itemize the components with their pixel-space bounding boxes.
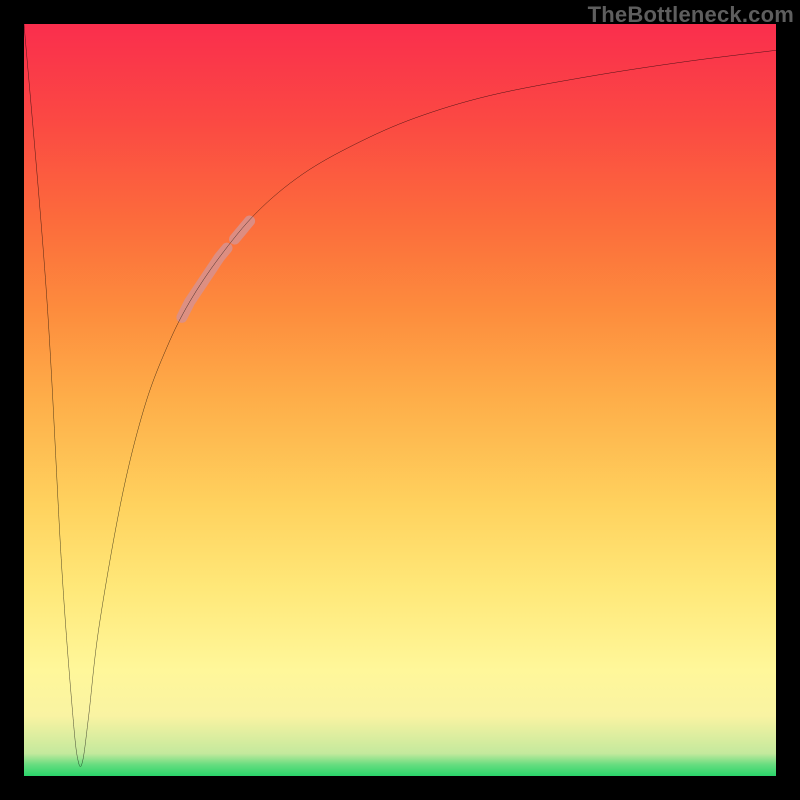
- curve-svg: [24, 24, 776, 776]
- chart-frame: TheBottleneck.com: [0, 0, 800, 800]
- bottleneck-curve: [24, 24, 776, 767]
- highlight-segment-dot: [235, 221, 250, 239]
- watermark-text: TheBottleneck.com: [588, 2, 794, 28]
- highlight-segment-main: [182, 248, 227, 317]
- plot-area: [24, 24, 776, 776]
- highlight-group: [182, 221, 250, 317]
